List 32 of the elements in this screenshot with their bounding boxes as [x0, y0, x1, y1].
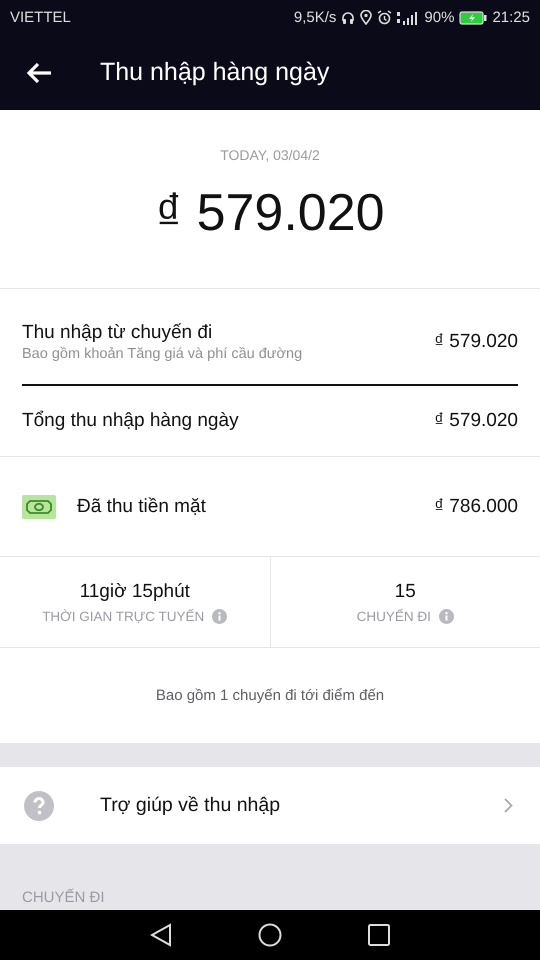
- earning-label: Thu nhập từ chuyến đi: [22, 322, 214, 344]
- headset-icon: [341, 10, 356, 24]
- earning-amount: ₫ 579.020: [434, 330, 518, 352]
- carrier-name: VIETTEL: [10, 9, 71, 26]
- trips-note: Bao gồm 1 chuyến đi tới điểm đến: [156, 687, 384, 704]
- earning-amount: ₫ 579.020: [434, 410, 518, 432]
- back-nav-icon[interactable]: [150, 923, 172, 947]
- back-arrow-icon[interactable]: [25, 60, 53, 84]
- earning-note: Bao gồm khoản Tăng giá và phí cầu đường: [22, 346, 302, 362]
- date-label: TODAY, 03/04/2: [220, 147, 320, 163]
- chevron-right-icon: [504, 798, 513, 813]
- stat-value: 15: [394, 580, 416, 602]
- total-amount: ₫ 579.020: [155, 183, 385, 243]
- recents-nav-icon[interactable]: [368, 924, 390, 946]
- cash-amount: ₫ 786.000: [434, 496, 518, 518]
- location-icon: [360, 10, 372, 25]
- network-speed: 9,5K/s: [294, 9, 336, 26]
- battery-percent: 90%: [424, 9, 454, 26]
- alarm-icon: [377, 10, 392, 25]
- banknote-icon: [22, 494, 56, 518]
- earning-label: Tổng thu nhập hàng ngày: [22, 410, 239, 432]
- section-heading: CHUYẾN ĐI: [22, 889, 105, 906]
- stat-label: CHUYẾN ĐI: [356, 608, 431, 624]
- signal-icon: [397, 10, 420, 24]
- stat-label: THỜI GIAN TRỰC TUYẾN: [42, 608, 204, 624]
- question-icon: [24, 790, 54, 820]
- home-nav-icon[interactable]: [258, 923, 282, 947]
- stat-value: 11giờ 15phút: [80, 580, 190, 602]
- clock-time: 21:25: [492, 9, 530, 26]
- cash-label: Đã thu tiền mặt: [77, 496, 207, 518]
- battery-icon: [459, 10, 488, 24]
- page-title: Thu nhập hàng ngày: [100, 58, 330, 87]
